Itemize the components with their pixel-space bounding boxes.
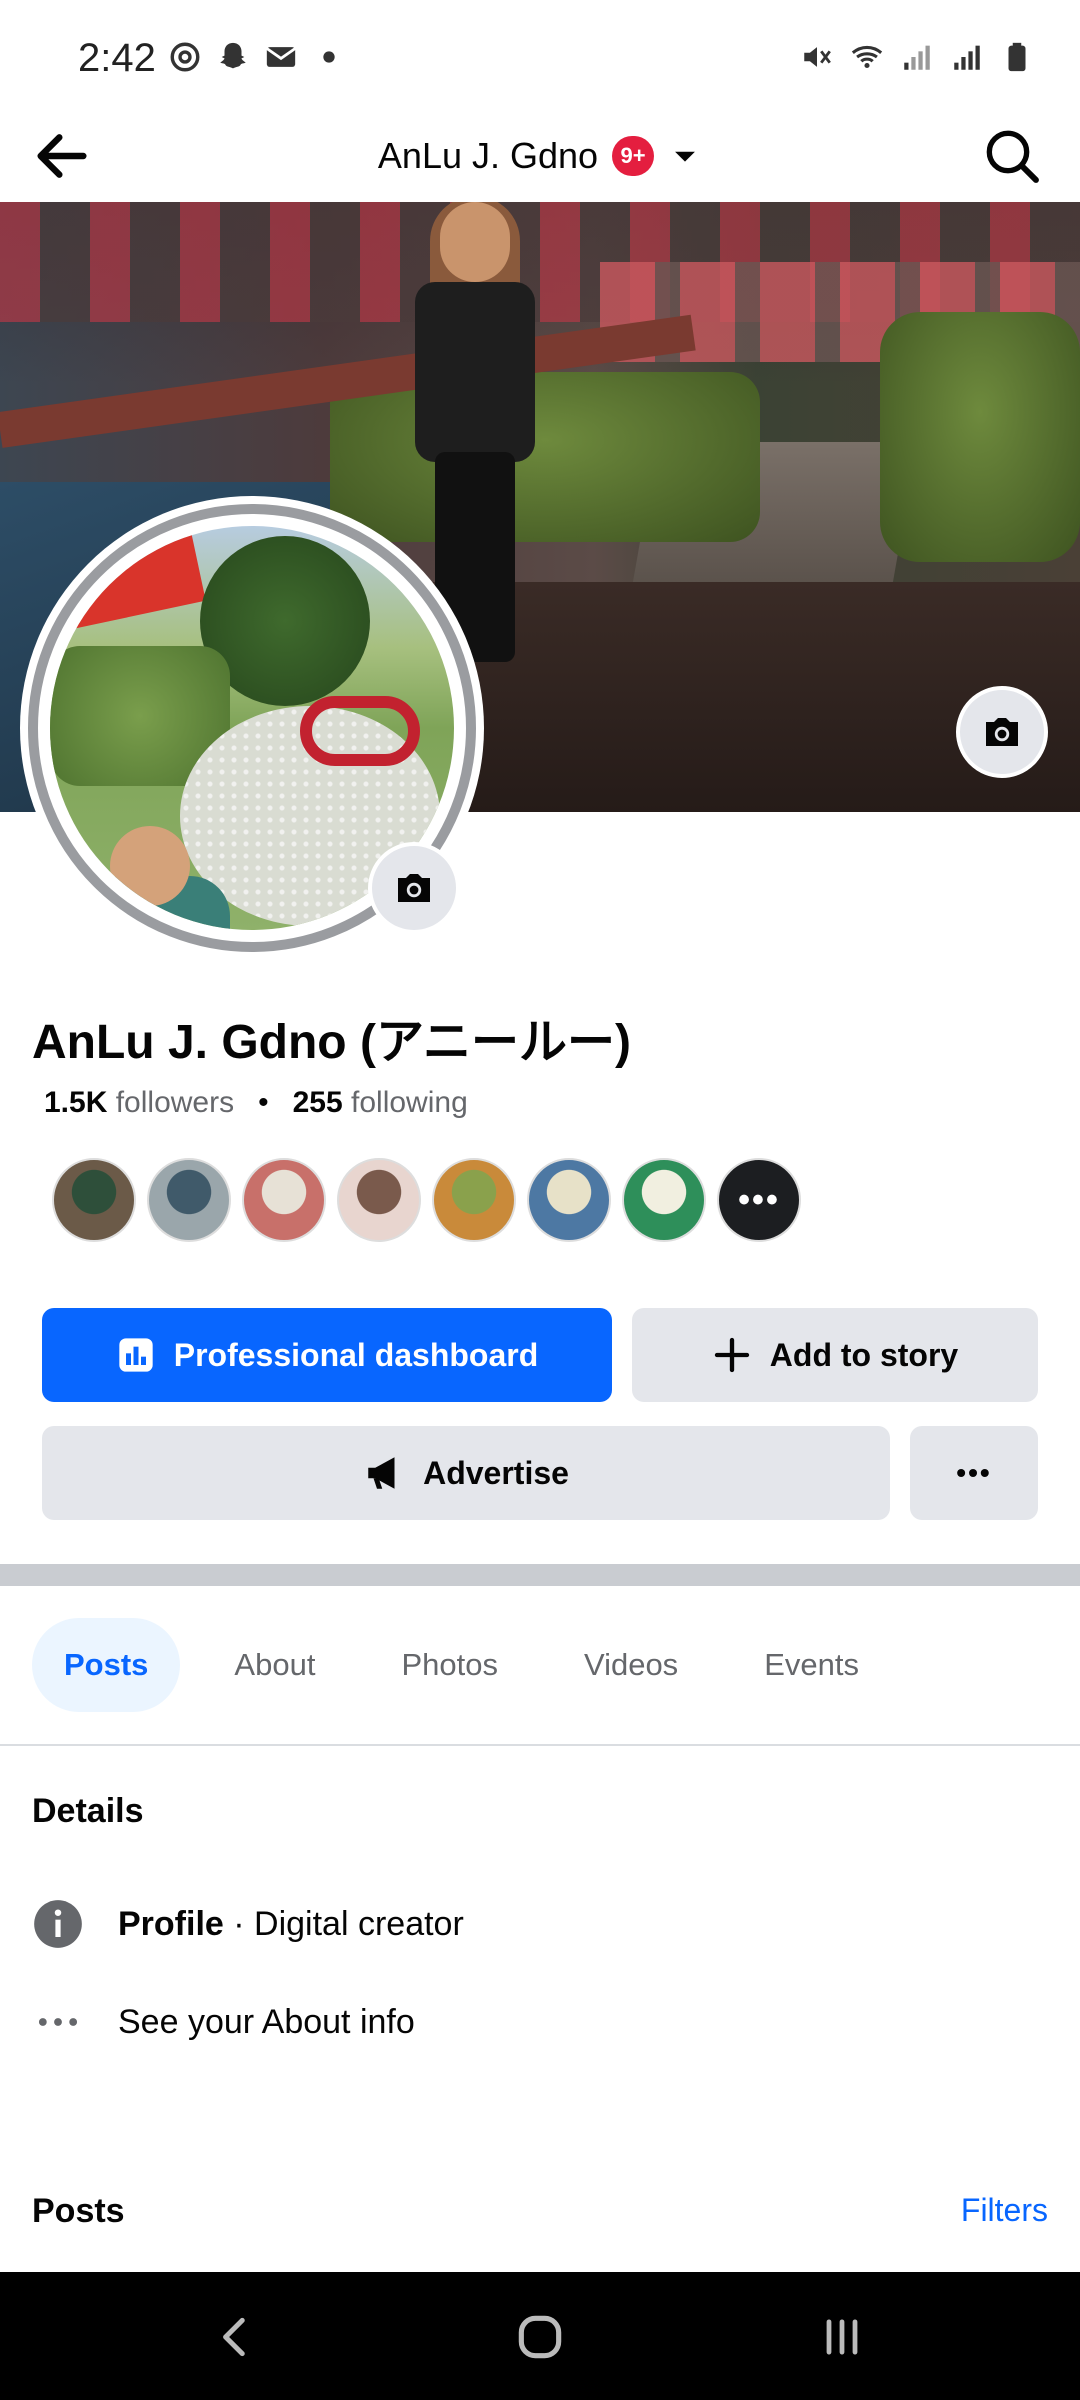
tab-posts[interactable]: Posts [32,1618,181,1712]
profile-tabs: Posts About Photos Videos Events [32,1618,913,1712]
follower-avatar[interactable] [147,1158,231,1242]
nav-home-button[interactable] [500,2302,580,2372]
top-header: AnLu J. Gdno 9+ [0,110,1080,202]
more-followers-button[interactable]: ••• [717,1158,801,1242]
snapchat-icon [220,42,246,69]
see-about-info-label: See your About info [118,2002,415,2041]
detail-profile-row: Profile · Digital creator [32,1898,464,1950]
follower-avatar[interactable] [242,1158,326,1242]
follower-avatars: ••• [52,1158,801,1242]
follower-avatar[interactable] [432,1158,516,1242]
system-nav-bar [0,2272,1080,2400]
follow-stats: 1.5K followers • 255 following [44,1086,468,1120]
profile-switcher[interactable]: AnLu J. Gdno 9+ [0,124,1080,188]
follower-avatar[interactable] [622,1158,706,1242]
ellipsis-icon [38,2018,78,2026]
posts-heading: Posts [32,2192,125,2230]
profile-label: Profile [118,1904,224,1943]
more-options-icon: ••• [956,1457,992,1488]
home-nav-icon [518,2315,562,2359]
following-link[interactable]: 255 following [293,1086,468,1120]
profile-name: AnLu J. Gdno (アニールー) [32,1016,631,1069]
back-nav-icon [223,2317,245,2357]
header-title: AnLu J. Gdno [377,135,599,176]
more-dots: ••• [738,1180,780,1219]
nav-back-button[interactable] [196,2302,276,2372]
recents-nav-icon [826,2319,858,2355]
search-button[interactable] [980,124,1044,188]
filters-link[interactable]: Filters [961,2192,1048,2229]
professional-dashboard-label: Professional dashboard [173,1336,539,1373]
caret-down-icon [675,151,695,162]
status-time: 2:42 [78,36,156,80]
advertise-label: Advertise [423,1454,569,1491]
profile-separator: · [223,1904,255,1943]
edit-profile-picture-button[interactable] [368,842,460,934]
nav-recents-button[interactable] [802,2302,882,2372]
tab-events[interactable]: Events [732,1618,891,1712]
professional-dashboard-button[interactable]: Professional dashboard [42,1308,612,1402]
followers-count: 1.5K [44,1086,108,1119]
mail-icon [266,47,296,67]
tabs-divider [0,1744,1080,1746]
section-divider [0,1564,1080,1586]
tab-videos[interactable]: Videos [552,1618,710,1712]
signal-icon [904,45,930,70]
status-icons-right [800,40,1034,74]
notification-badge: 9+ [612,136,655,176]
add-to-story-button[interactable]: Add to story [632,1308,1038,1402]
wifi-icon [851,45,883,69]
following-count: 255 [292,1086,343,1119]
mute-icon [804,47,831,67]
follower-avatar[interactable] [527,1158,611,1242]
more-options-button[interactable]: ••• [910,1426,1038,1520]
stats-separator: • [258,1086,269,1119]
sync-icon [170,42,200,72]
see-about-info-link[interactable]: See your About info [32,1996,415,2048]
details-heading: Details [32,1792,144,1830]
search-icon [986,130,1039,183]
follower-avatar[interactable] [337,1158,421,1242]
tab-about[interactable]: About [202,1618,347,1712]
follower-avatar[interactable] [52,1158,136,1242]
chart-icon [119,1338,153,1372]
following-label: following [351,1086,468,1119]
tab-photos[interactable]: Photos [369,1618,530,1712]
add-to-story-label: Add to story [769,1336,959,1373]
info-icon [34,1900,82,1948]
profile-category: Digital creator [254,1904,464,1943]
camera-icon [398,874,430,902]
followers-link[interactable]: 1.5K followers [44,1086,234,1120]
signal-icon [954,45,980,70]
battery-icon [1008,42,1026,72]
camera-icon [986,718,1018,746]
advertise-button[interactable]: Advertise [42,1426,890,1520]
status-bar: 2:42 [0,0,1080,110]
plus-icon [714,1337,749,1373]
edit-cover-camera-button[interactable] [956,686,1048,778]
megaphone-icon [368,1457,395,1489]
followers-label: followers [115,1086,235,1119]
dot-icon [323,51,335,63]
status-icons-left [168,40,346,74]
